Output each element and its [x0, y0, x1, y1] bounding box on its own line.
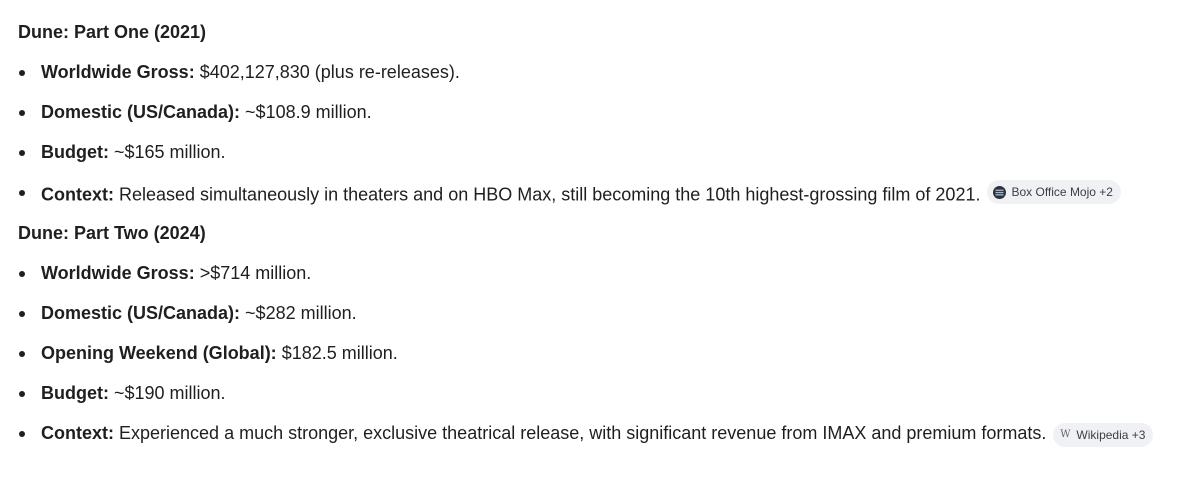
list-item-context: Context: Experienced a much stronger, ex…	[18, 421, 1188, 447]
list-item-opening-weekend: Opening Weekend (Global): $182.5 million…	[18, 341, 1188, 365]
chip-label: Wikipedia +3	[1076, 427, 1146, 442]
item-value: ~$165 million.	[108, 142, 226, 162]
section-heading-part-two: Dune: Part Two (2024)	[18, 222, 206, 243]
part-one-list: Worldwide Gross: $402,127,830 (plus re-r…	[18, 60, 1188, 207]
item-value: $182.5 million.	[276, 342, 398, 363]
list-item-domestic: Domestic (US/Canada): ~$108.9 million.	[18, 100, 1188, 124]
list-item-worldwide-gross: Worldwide Gross: >$714 million.	[18, 261, 1188, 285]
item-value: ~$190 million.	[108, 382, 226, 403]
item-value: >$714 million.	[194, 262, 312, 283]
response-content: Dune: Part One (2021) Worldwide Gross: $…	[18, 0, 1188, 447]
list-item-worldwide-gross: Worldwide Gross: $402,127,830 (plus re-r…	[18, 60, 1188, 84]
chip-label: Box Office Mojo +2	[1011, 185, 1113, 199]
item-value: ~$282 million.	[240, 302, 357, 323]
item-label: Context:	[41, 184, 114, 205]
item-label: Domestic (US/Canada):	[41, 102, 241, 122]
item-label: Worldwide Gross:	[41, 62, 195, 82]
wikipedia-icon: W	[1060, 428, 1071, 440]
source-chip-wikipedia[interactable]: W Wikipedia +3	[1053, 422, 1154, 447]
section-heading-part-one: Dune: Part One (2021)	[18, 22, 207, 42]
item-value: ~$108.9 million.	[240, 102, 372, 122]
item-value: Experienced a much stronger, exclusive t…	[114, 422, 1047, 443]
item-label: Worldwide Gross:	[41, 262, 195, 283]
item-value: $402,127,830 (plus re-releases).	[194, 62, 460, 82]
item-label: Context:	[41, 422, 114, 443]
item-label: Opening Weekend (Global):	[41, 342, 277, 363]
list-item-budget: Budget: ~$165 million.	[18, 140, 1188, 164]
item-label: Domestic (US/Canada):	[41, 302, 241, 323]
item-label: Budget:	[41, 382, 109, 403]
source-chip-box-office-mojo[interactable]: Box Office Mojo +2	[987, 180, 1121, 204]
item-value: Released simultaneously in theaters and …	[114, 184, 981, 205]
item-label: Budget:	[41, 142, 109, 162]
list-item-context: Context: Released simultaneously in thea…	[18, 180, 1188, 207]
part-two-list: Worldwide Gross: >$714 million. Domestic…	[18, 261, 1188, 447]
box-office-mojo-icon	[993, 185, 1007, 199]
list-item-budget: Budget: ~$190 million.	[18, 381, 1188, 405]
list-item-domestic: Domestic (US/Canada): ~$282 million.	[18, 301, 1188, 325]
